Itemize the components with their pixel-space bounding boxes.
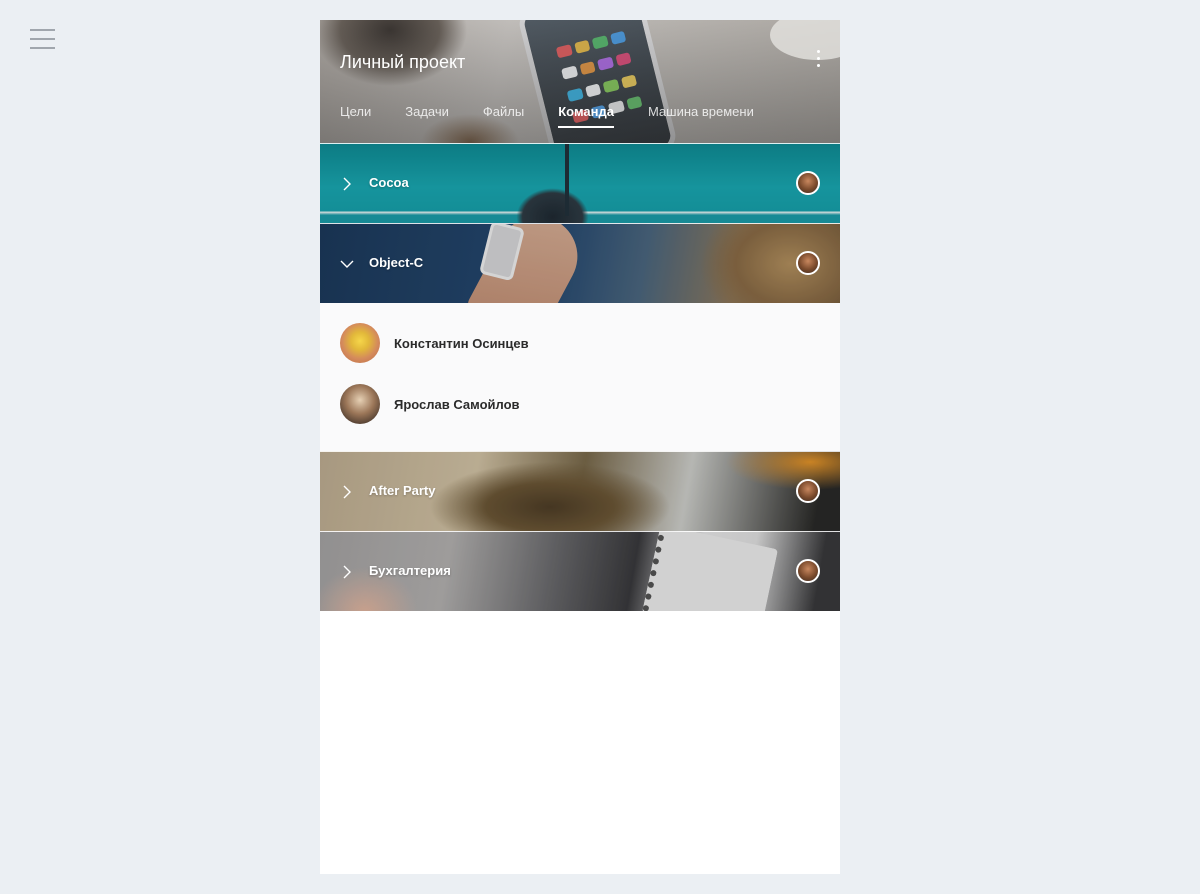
project-header: Личный проект Цели Задачи Файлы Команда … [320,20,840,143]
menu-line [30,47,55,49]
menu-line [30,29,55,31]
chevron-right-icon[interactable] [340,485,354,499]
team-label: Object-C [369,255,424,270]
avatar [796,171,820,195]
team-members-list: Константин Осинцев Ярослав Самойлов [320,303,840,451]
more-vertical-icon[interactable] [812,49,824,69]
member-name: Константин Осинцев [394,335,529,351]
team-row-content: After Party [320,452,840,531]
avatar [796,559,820,583]
more-dot [817,64,820,67]
more-dot [817,57,820,60]
team-label: Бухгалтерия [369,563,451,578]
more-dot [817,50,820,53]
menu-line [30,38,55,40]
tab-tasks[interactable]: Задачи [405,104,449,128]
team-label: After Party [369,483,436,498]
project-tabs: Цели Задачи Файлы Команда Машина времени [340,104,788,128]
project-panel: Личный проект Цели Задачи Файлы Команда … [320,20,840,874]
avatar [796,479,820,503]
chevron-right-icon[interactable] [340,177,354,191]
team-row-content: Object-C [320,224,840,303]
team-row-content: Бухгалтерия [320,532,840,611]
avatar [796,251,820,275]
page-title: Личный проект [340,52,466,72]
team-row-after-party[interactable]: After Party [320,451,840,531]
chevron-down-icon[interactable] [340,257,354,271]
team-label: Cocoa [369,175,409,190]
hamburger-menu-icon[interactable] [30,29,55,49]
tab-team[interactable]: Команда [558,104,614,128]
team-row-content: Cocoa [320,144,840,223]
header-background-cup [770,20,840,60]
list-item[interactable]: Константин Осинцев [340,323,820,363]
avatar [340,323,380,363]
chevron-right-icon[interactable] [340,565,354,579]
avatar [340,384,380,424]
team-row-cocoa[interactable]: Cocoa [320,143,840,223]
tab-files[interactable]: Файлы [483,104,524,128]
team-row-accounting[interactable]: Бухгалтерия [320,531,840,611]
tab-time-machine[interactable]: Машина времени [648,104,754,128]
list-item[interactable]: Ярослав Самойлов [340,384,820,424]
tab-goals[interactable]: Цели [340,104,371,128]
member-name: Ярослав Самойлов [394,396,520,412]
team-row-object-c[interactable]: Object-C [320,223,840,303]
